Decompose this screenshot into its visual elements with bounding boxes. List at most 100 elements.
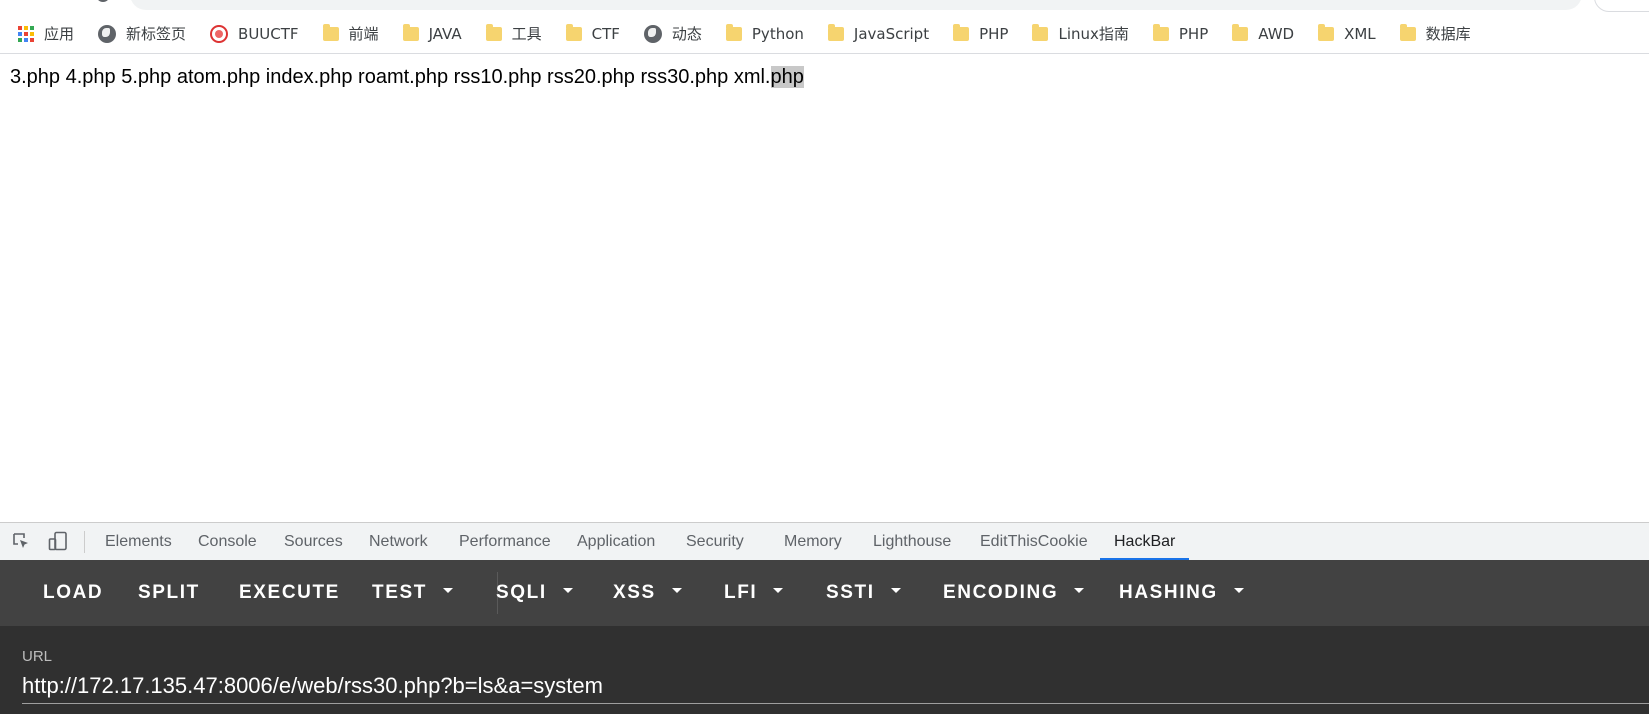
tab-sources[interactable]: Sources: [284, 523, 343, 561]
load-button[interactable]: LOAD: [43, 560, 103, 626]
bookmark-label: 动态: [671, 25, 702, 43]
folder-icon: [485, 24, 502, 41]
button-label: SPLIT: [138, 582, 200, 603]
bookmark-item[interactable]: XML: [1318, 24, 1376, 43]
bookmark-item[interactable]: Python: [725, 24, 804, 43]
url-input[interactable]: [22, 668, 1649, 704]
apps-icon: [18, 25, 34, 42]
split-button[interactable]: SPLIT: [138, 560, 200, 626]
button-label: LFI: [724, 582, 758, 603]
inspect-element-icon[interactable]: [12, 532, 30, 550]
profile-button[interactable]: [1594, 0, 1649, 12]
bookmark-item[interactable]: PHP: [953, 24, 1009, 43]
caret-down-icon: [1233, 588, 1244, 594]
button-label: ENCODING: [943, 582, 1059, 603]
folder-icon: [565, 24, 582, 41]
bookmark-item[interactable]: 新标签页: [98, 23, 186, 44]
caret-down-icon: [890, 588, 901, 594]
folder-icon: [1399, 24, 1416, 41]
folder-icon: [827, 24, 844, 41]
caret-down-icon: [773, 588, 784, 594]
caret-down-icon: [562, 588, 573, 594]
button-label: EXECUTE: [239, 582, 340, 603]
tab-editthiscookie[interactable]: EditThisCookie: [980, 523, 1088, 561]
back-arrow-icon[interactable]: [36, 0, 50, 2]
browser-toolbar: [0, 0, 1649, 12]
bookmark-item[interactable]: 动态: [643, 23, 702, 44]
bookmark-label: Linux指南: [1058, 25, 1129, 43]
folder-icon: [1152, 24, 1169, 41]
tab-application[interactable]: Application: [577, 523, 655, 561]
tab-performance[interactable]: Performance: [459, 523, 551, 561]
bookmark-item[interactable]: CTF: [565, 24, 620, 43]
button-label: LOAD: [43, 582, 104, 603]
tab-network[interactable]: Network: [369, 523, 428, 561]
button-label: XSS: [613, 582, 656, 603]
globe-icon: [98, 24, 117, 43]
test-button[interactable]: TEST: [372, 560, 453, 626]
ssti-button[interactable]: SSTI: [826, 560, 901, 626]
folder-icon: [1318, 24, 1335, 41]
tab-security[interactable]: Security: [686, 523, 744, 561]
caret-down-icon: [442, 588, 453, 594]
sqli-button[interactable]: SQLI: [496, 560, 573, 626]
tab-lighthouse[interactable]: Lighthouse: [873, 523, 951, 561]
bookmark-item[interactable]: AWD: [1232, 24, 1295, 43]
bookmark-label: CTF: [591, 24, 620, 43]
url-label: URL: [22, 648, 53, 665]
bookmark-label: 应用: [44, 25, 75, 43]
folder-icon: [953, 24, 970, 41]
bookmark-label: 新标签页: [126, 25, 187, 43]
bookmark-item[interactable]: Linux指南: [1032, 23, 1129, 44]
bookmark-item[interactable]: JavaScript: [827, 24, 930, 43]
reload-icon[interactable]: [96, 0, 110, 2]
bookmark-label: 数据库: [1425, 25, 1471, 43]
bookmark-item[interactable]: 应用: [18, 23, 74, 44]
execute-button[interactable]: EXECUTE: [239, 560, 340, 626]
folder-icon: [402, 24, 419, 41]
tab-hackbar[interactable]: HackBar: [1099, 523, 1190, 561]
toolbar-divider: [84, 531, 85, 553]
bookmark-item[interactable]: 前端: [322, 23, 379, 44]
folder-icon: [1032, 24, 1049, 41]
xss-button[interactable]: XSS: [613, 560, 682, 626]
button-label: HASHING: [1119, 582, 1218, 603]
bookmark-label: PHP: [979, 24, 1009, 43]
bookmark-label: JAVA: [428, 24, 462, 43]
devtools-tab-bar: Elements Console Sources Network Performance…: [0, 522, 1649, 561]
bookmark-item[interactable]: JAVA: [402, 24, 462, 43]
selected-text: php: [770, 66, 804, 88]
address-bar[interactable]: [130, 0, 1582, 10]
folder-icon: [1232, 24, 1249, 41]
bookmark-label: BUUCTF: [238, 24, 299, 43]
hashing-button[interactable]: HASHING: [1119, 560, 1244, 626]
tab-memory[interactable]: Memory: [784, 523, 842, 561]
bookmark-item[interactable]: 工具: [485, 23, 542, 44]
encoding-button[interactable]: ENCODING: [943, 560, 1085, 626]
buuctf-icon: [210, 24, 229, 43]
folder-icon: [322, 24, 339, 41]
button-label: SQLI: [496, 582, 547, 603]
caret-down-icon: [671, 588, 682, 594]
bookmark-label: JavaScript: [853, 24, 930, 43]
device-toolbar-icon[interactable]: [48, 531, 68, 551]
devtools-panel: Elements Console Sources Network Performance…: [0, 522, 1649, 714]
bookmark-label: 前端: [348, 25, 379, 43]
bookmark-item[interactable]: 数据库: [1399, 23, 1471, 44]
page-output-text: 3.php 4.php 5.php atom.php index.php roa…: [10, 66, 804, 89]
bookmark-label: Python: [751, 24, 804, 43]
hackbar-toolbar: LOAD SPLIT EXECUTE TEST SQLI XSS LFI SSTI ENCODI…: [0, 560, 1649, 626]
bookmark-item[interactable]: PHP: [1152, 24, 1209, 43]
tab-console[interactable]: Console: [198, 523, 257, 561]
bookmarks-bar: 应用 新标签页 BUUCTF 前端 JAVA 工具 CTF 动态 Python JavaScrip…: [0, 14, 1649, 54]
caret-down-icon: [1074, 588, 1085, 594]
tab-elements[interactable]: Elements: [105, 523, 172, 561]
bookmark-label: XML: [1344, 24, 1376, 43]
hackbar-url-panel: URL: [0, 626, 1649, 714]
bookmark-item[interactable]: BUUCTF: [210, 24, 299, 43]
lfi-button[interactable]: LFI: [724, 560, 784, 626]
command-output: 3.php 4.php 5.php atom.php index.php roa…: [10, 66, 771, 88]
bookmark-label: AWD: [1258, 24, 1295, 43]
button-label: SSTI: [826, 582, 875, 603]
bookmark-label: PHP: [1178, 24, 1209, 43]
